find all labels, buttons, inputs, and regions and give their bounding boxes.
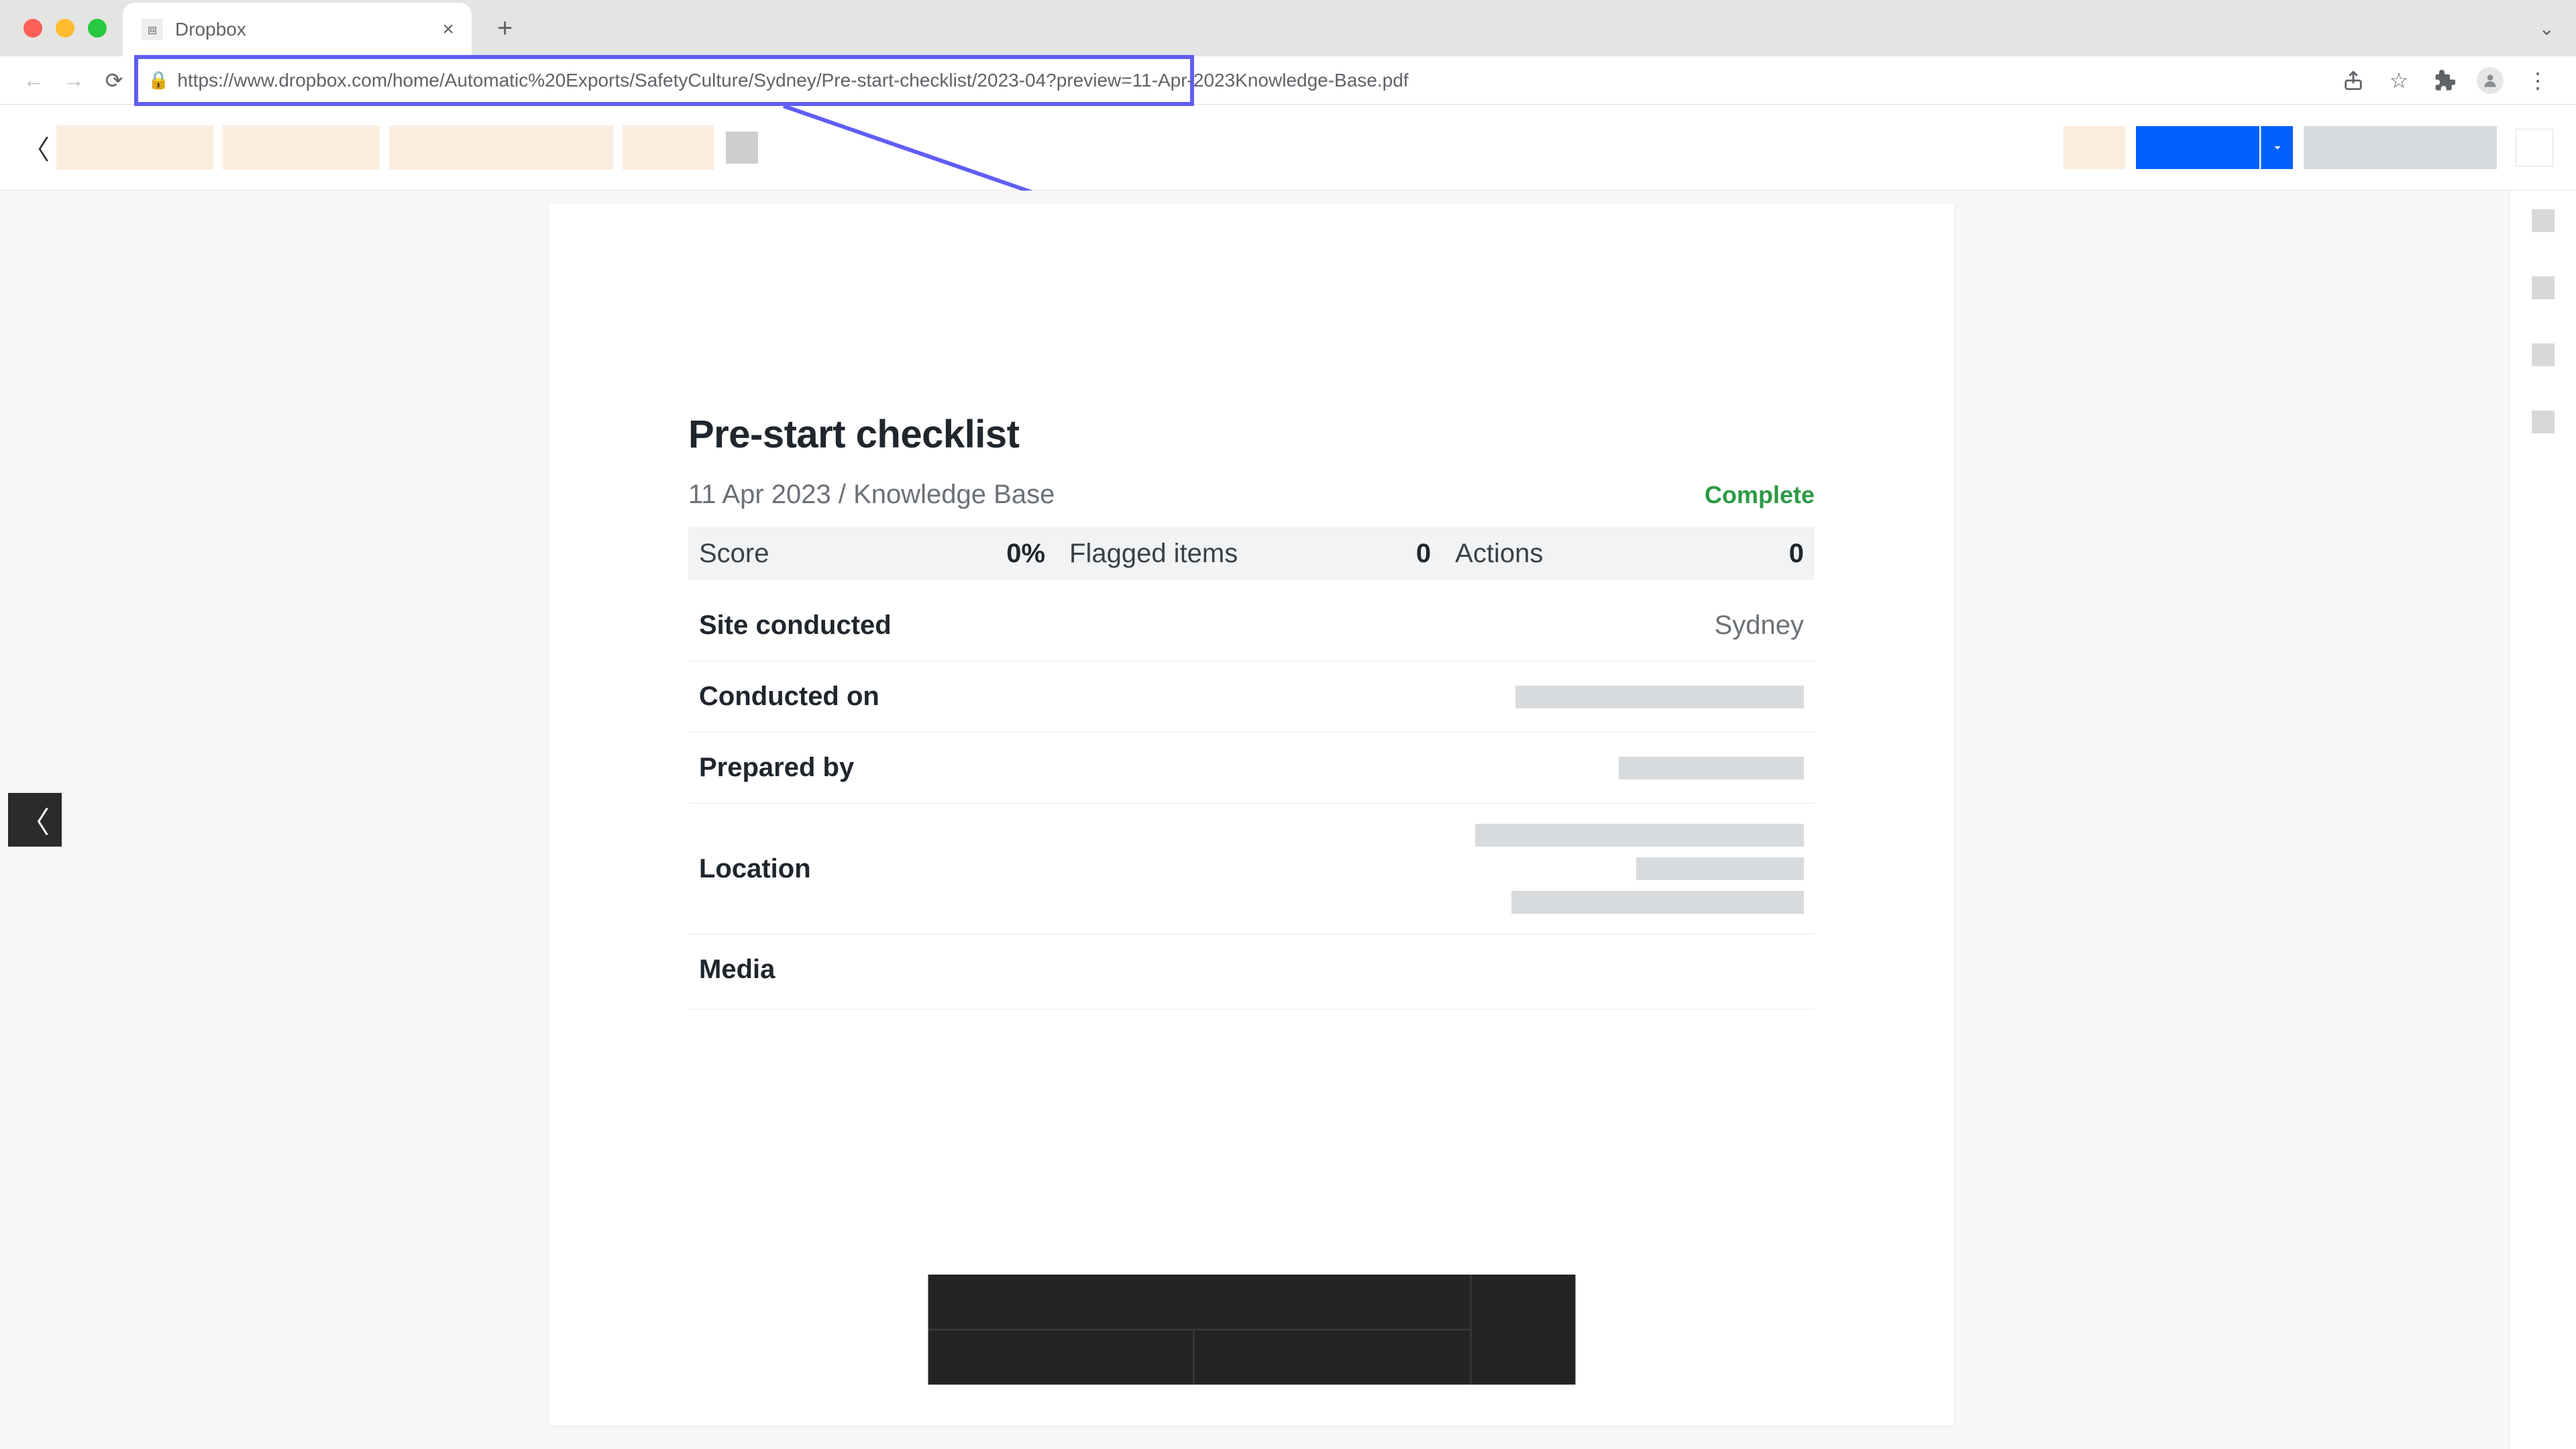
field-label: Location xyxy=(699,854,811,884)
dropbox-favicon-icon: ⧈ xyxy=(142,19,163,40)
sidebar-tool-icon[interactable] xyxy=(2532,411,2555,433)
window-fullscreen-icon[interactable] xyxy=(88,19,107,38)
document-page: Pre-start checklist 11 Apr 2023 / Knowle… xyxy=(549,204,1954,1425)
window-minimize-icon[interactable] xyxy=(56,19,74,38)
chrome-menu-icon[interactable]: ⋮ xyxy=(2522,67,2549,94)
share-icon[interactable] xyxy=(2340,67,2367,94)
field-label: Media xyxy=(699,955,1804,985)
reload-icon[interactable]: ⟳ xyxy=(99,66,129,95)
sidebar-tool-icon[interactable] xyxy=(2532,343,2555,366)
actions-label: Actions xyxy=(1455,539,1543,569)
profile-avatar-icon[interactable] xyxy=(2477,67,2504,94)
breadcrumb-overflow[interactable] xyxy=(726,131,758,164)
score-value: 0% xyxy=(1006,539,1045,569)
browser-toolbar: ← → ⟳ 🔒 https://www.dropbox.com/home/Aut… xyxy=(0,56,2576,105)
actions-value: 0 xyxy=(1789,539,1804,569)
status-badge: Complete xyxy=(1705,481,1815,509)
field-media: Media xyxy=(688,934,1815,1010)
address-bar[interactable]: https://www.dropbox.com/home/Automatic%2… xyxy=(177,70,1408,91)
field-site-conducted: Site conducted Sydney xyxy=(688,580,1815,661)
field-prepared-by: Prepared by xyxy=(688,733,1815,804)
redacted-value xyxy=(1636,857,1804,880)
score-label: Score xyxy=(699,539,769,569)
header-actions xyxy=(2063,126,2553,169)
browser-right-icons: ☆ ⋮ xyxy=(2340,67,2563,94)
primary-action-dropdown[interactable] xyxy=(2261,126,2293,169)
breadcrumb-segment[interactable] xyxy=(623,125,714,170)
prev-page-button[interactable]: 〈 xyxy=(8,793,62,847)
field-label: Site conducted xyxy=(699,610,892,641)
dropbox-header: 〈 xyxy=(0,105,2576,191)
redacted-value xyxy=(1515,686,1804,708)
lock-icon[interactable]: 🔒 xyxy=(148,70,169,91)
breadcrumb-segment[interactable] xyxy=(56,125,213,170)
redacted-value xyxy=(1619,757,1804,780)
browser-tab-strip: ⧈ Dropbox × + ⌄ xyxy=(0,0,2576,56)
sidebar-tool-icon[interactable] xyxy=(2532,276,2555,299)
tab-close-icon[interactable]: × xyxy=(442,18,454,41)
redacted-value xyxy=(1511,891,1804,914)
window-traffic-lights xyxy=(0,19,107,38)
document-title: Pre-start checklist xyxy=(688,412,1815,457)
header-action-button[interactable] xyxy=(2063,126,2125,169)
breadcrumb-segment[interactable] xyxy=(389,125,613,170)
flagged-label: Flagged items xyxy=(1069,539,1238,569)
field-location: Location xyxy=(688,804,1815,934)
browser-tab[interactable]: ⧈ Dropbox × xyxy=(123,3,472,56)
back-icon[interactable]: ← xyxy=(19,66,48,95)
field-value: Sydney xyxy=(1715,610,1804,641)
flagged-value: 0 xyxy=(1416,539,1431,569)
field-label: Prepared by xyxy=(699,753,854,783)
window-close-icon[interactable] xyxy=(23,19,42,38)
bookmark-star-icon[interactable]: ☆ xyxy=(2385,67,2412,94)
extensions-icon[interactable] xyxy=(2431,67,2458,94)
address-bar-highlight: 🔒 https://www.dropbox.com/home/Automatic… xyxy=(134,55,1194,106)
preview-back-button[interactable]: 〈 xyxy=(23,128,47,167)
breadcrumb-segment[interactable] xyxy=(223,125,380,170)
sidebar-tool-icon[interactable] xyxy=(2532,209,2555,232)
secondary-action-button[interactable] xyxy=(2304,126,2497,169)
field-label: Conducted on xyxy=(699,682,879,712)
forward-icon[interactable]: → xyxy=(59,66,89,95)
tab-overflow-icon[interactable]: ⌄ xyxy=(2539,17,2555,40)
right-sidebar xyxy=(2509,191,2576,1449)
pdf-controls-bar[interactable] xyxy=(928,1275,1575,1385)
overflow-menu-button[interactable] xyxy=(2516,129,2553,166)
preview-stage: 〈 Pre-start checklist 11 Apr 2023 / Know… xyxy=(0,191,2509,1449)
document-subtitle: 11 Apr 2023 / Knowledge Base xyxy=(688,480,1055,510)
primary-action-button[interactable] xyxy=(2136,126,2259,169)
summary-stats: Score 0% Flagged items 0 Actions 0 xyxy=(688,527,1815,580)
field-conducted-on: Conducted on xyxy=(688,661,1815,733)
tab-title: Dropbox xyxy=(175,19,246,40)
redacted-value xyxy=(1475,824,1804,847)
new-tab-button[interactable]: + xyxy=(485,7,525,50)
